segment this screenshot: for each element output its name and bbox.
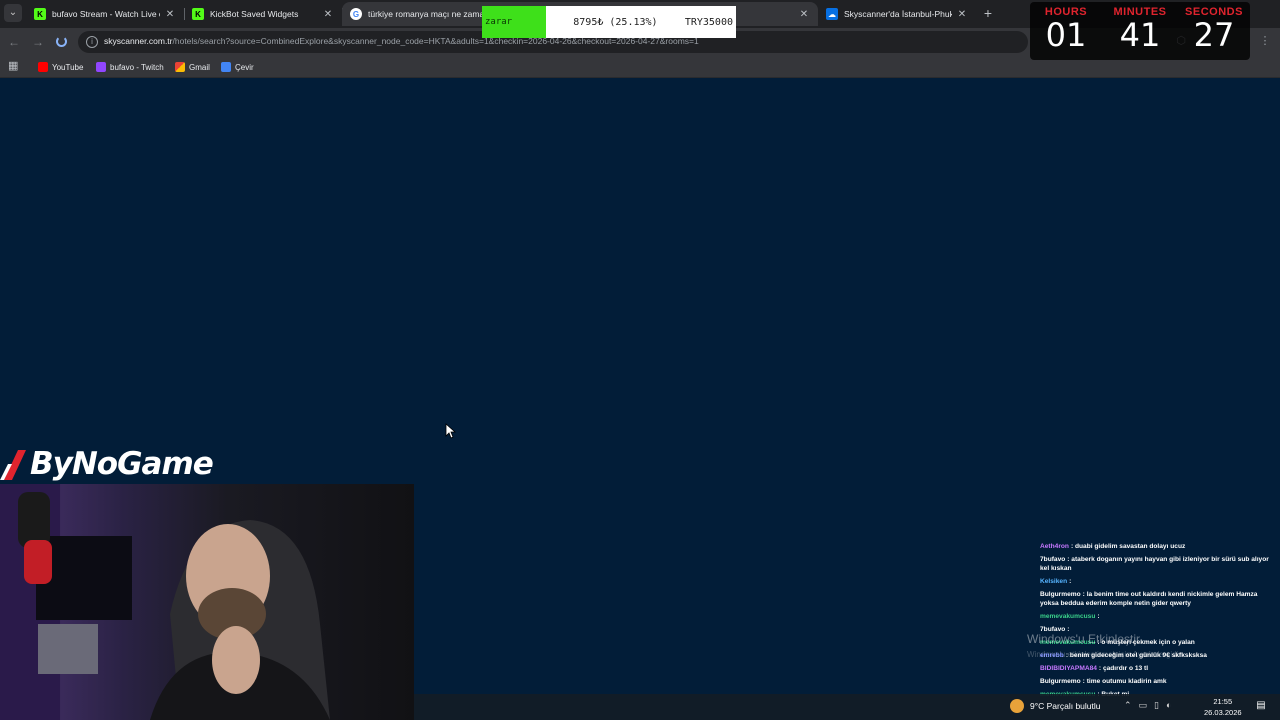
google-icon: G: [350, 8, 362, 20]
chat-message: memevakumcusu:: [1040, 612, 1272, 621]
site-info-icon[interactable]: i: [86, 36, 98, 48]
trading-widget: zarar 8795₺ (25.13%) TRY35000: [482, 6, 736, 38]
new-tab-icon[interactable]: +: [980, 5, 996, 21]
close-tab-icon[interactable]: ✕: [164, 9, 176, 20]
gmail-icon: [175, 62, 185, 72]
clock-seconds: SECONDS 27: [1178, 2, 1250, 52]
chat-message: Bulgurmemo: time outumu kladirin amk: [1040, 677, 1272, 686]
close-tab-icon[interactable]: ✕: [798, 9, 810, 20]
chat-message: Aeth4ron: duabi gidelim savastan dolayı …: [1040, 542, 1272, 551]
tab-skyscanner[interactable]: ☁ Skyscanner'da İstanbul-Phuket ✕: [818, 2, 976, 26]
bynogame-logo: ByNoGame: [0, 444, 214, 484]
seconds-value: 27: [1193, 16, 1235, 54]
bynogame-mark-icon: [0, 446, 30, 482]
chat-username: Bulgurmemo: [1040, 678, 1081, 685]
kickbot-icon: K: [192, 8, 204, 20]
bookmark-twitch[interactable]: bufavo - Twitch: [96, 59, 164, 75]
chat-text: :: [1097, 613, 1100, 620]
tab-kickbot-widgets[interactable]: K KickBot Saved Widgets ✕: [184, 2, 342, 26]
webcam-feed: [0, 484, 414, 720]
apps-grid-icon[interactable]: ▦: [8, 61, 19, 72]
chat-text: : time outumu kladirin amk: [1082, 678, 1167, 685]
logo-text: ByNoGame: [30, 446, 214, 482]
system-tray-icons[interactable]: ⌃▭▯◐: [1124, 700, 1178, 711]
twitch-icon: [96, 62, 106, 72]
translate-icon: [221, 62, 231, 72]
clock-minutes: MINUTES 41: [1104, 2, 1176, 52]
chat-username: Bulgurmemo: [1040, 591, 1081, 598]
forward-arrow-icon[interactable]: →: [30, 34, 46, 50]
tab-title: Skyscanner'da İstanbul-Phuket: [844, 9, 952, 19]
skyscanner-icon: ☁: [826, 8, 838, 20]
clock-hours: HOURS 01: [1030, 2, 1102, 52]
countdown-clock: HOURS 01 MINUTES 41 SECONDS 27: [1030, 2, 1250, 60]
taskbar-date: 26.03.2026: [1204, 708, 1242, 717]
weather-cloud-icon: [1010, 699, 1024, 713]
chat-username: Kelsiken: [1040, 578, 1068, 585]
chat-message: Bulgurmemo: la benim time out kaldırdı k…: [1040, 590, 1272, 608]
chat-text: : duabi gidelim savastan dolayı ucuz: [1070, 543, 1186, 550]
tab-search-chevron-icon[interactable]: ⌄: [4, 4, 22, 22]
chat-text: : çadırdır o 13 tl: [1098, 665, 1149, 672]
menu-dots-icon[interactable]: ⋮: [1258, 34, 1272, 48]
chat-message: 7bufavo: ataberk doganın yayını hayvan g…: [1040, 555, 1272, 573]
tab-title: bufavo Stream - Watch Live on: [52, 9, 160, 19]
bookmark-label: Çevir: [235, 62, 254, 72]
bookmark-label: YouTube: [52, 62, 84, 72]
webcam-scene: [0, 484, 330, 720]
bookmark-translate[interactable]: Çevir: [221, 59, 254, 75]
taskbar-clock[interactable]: 21:55 26.03.2026: [1204, 696, 1242, 718]
bookmark-label: bufavo - Twitch: [110, 62, 164, 72]
notification-icon[interactable]: ▤: [1254, 700, 1268, 714]
kick-icon: K: [34, 8, 46, 20]
taskbar-weather[interactable]: 9°C Parçalı bulutlu: [1010, 699, 1101, 713]
windows-activation-subtitle: Windows'u etkinleştirmek için Ayarlar'a …: [1027, 650, 1186, 659]
trading-pnl: 8795₺ (25.13%): [573, 16, 658, 28]
bookmark-gmail[interactable]: Gmail: [175, 59, 210, 75]
chat-username: BIDIBIDIYAPMA84: [1040, 665, 1097, 672]
chat-text: :: [1069, 578, 1072, 585]
youtube-icon: [38, 62, 48, 72]
chat-username: memevakumcusu: [1040, 613, 1096, 620]
close-tab-icon[interactable]: ✕: [322, 9, 334, 20]
taskbar-time: 21:55: [1213, 697, 1233, 706]
hours-value: 01: [1045, 16, 1087, 54]
chat-username: 7bufavo: [1040, 556, 1066, 563]
windows-activation-watermark: Windows'u Etkinleştir: [1027, 632, 1140, 646]
tab-title: KickBot Saved Widgets: [210, 9, 299, 19]
chat-message: Kelsiken:: [1040, 577, 1272, 586]
trading-capital: TRY35000: [684, 16, 733, 28]
back-arrow-icon[interactable]: ←: [6, 34, 22, 50]
chat-text: : ataberk doganın yayını hayvan gibi izl…: [1040, 556, 1269, 572]
windows-taskbar: 9°C Parçalı bulutlu ⌃▭▯◐ 21:55 26.03.202…: [414, 694, 1280, 720]
chat-message: BIDIBIDIYAPMA84: çadırdır o 13 tl: [1040, 664, 1272, 673]
url-host: skyscanner.com.tr: [104, 36, 173, 46]
chat-username: Aeth4ron: [1040, 543, 1069, 550]
minutes-value: 41: [1119, 16, 1161, 54]
trading-status: zarar: [482, 6, 546, 38]
close-tab-icon[interactable]: ✕: [956, 9, 968, 20]
loading-spinner-icon[interactable]: [56, 36, 67, 47]
weather-text: 9°C Parçalı bulutlu: [1030, 701, 1101, 711]
tab-kick-stream[interactable]: K bufavo Stream - Watch Live on ✕: [26, 2, 184, 26]
bookmark-youtube[interactable]: YouTube: [38, 59, 83, 75]
bookmark-label: Gmail: [189, 62, 210, 72]
